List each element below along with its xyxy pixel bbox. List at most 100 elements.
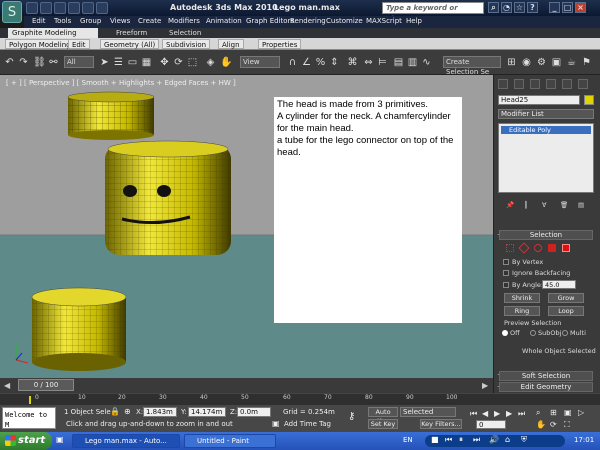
orbit-icon[interactable]: ⟳ <box>550 420 557 429</box>
vertex-icon[interactable] <box>506 244 514 252</box>
undo-icon[interactable]: ↶ <box>3 56 16 69</box>
named-selection-set-select[interactable]: Create Selection Se <box>443 56 501 76</box>
by-angle-checkbox[interactable] <box>503 282 509 288</box>
polygon-icon[interactable] <box>548 244 556 252</box>
unlink-icon[interactable]: ⚯ <box>47 56 60 69</box>
set-key-icon[interactable]: ⚷ <box>348 411 355 422</box>
tube-connector[interactable] <box>67 91 155 140</box>
angle-snap-icon[interactable]: ∠ <box>300 56 313 69</box>
grow-button[interactable]: Grow <box>548 293 584 303</box>
maximize-button[interactable]: □ <box>562 2 573 13</box>
tab-freeform[interactable]: Freeform <box>112 28 151 38</box>
edit-named-selection-icon[interactable]: ⌘ <box>346 56 359 69</box>
viewport-label[interactable]: [ + ] [ Perspective ] [ Smooth + Highlig… <box>6 79 236 87</box>
modify-tab-icon[interactable] <box>514 79 524 89</box>
percent-snap-icon[interactable]: % <box>314 56 327 69</box>
select-object-icon[interactable]: ➤ <box>98 56 111 69</box>
link-icon[interactable]: ⛓ <box>33 56 46 69</box>
ring-button[interactable]: Ring <box>504 306 540 316</box>
go-to-end-icon[interactable]: ⏭ <box>518 409 525 419</box>
layer-manager-icon[interactable]: ▤ <box>392 56 405 69</box>
select-by-name-icon[interactable]: ☰ <box>112 56 125 69</box>
volume-icon[interactable]: 🔊 <box>489 435 499 444</box>
ribbon-polygon-modeling[interactable]: Polygon Modeling <box>5 39 75 49</box>
ribbon-properties[interactable]: Properties <box>258 39 302 49</box>
zoom-all-icon[interactable]: ⊞ <box>550 408 557 417</box>
ribbon-geometry-all[interactable]: Geometry (All) <box>100 39 160 49</box>
y-coordinate-field[interactable]: 14.174m <box>188 407 226 417</box>
element-icon[interactable] <box>562 244 570 252</box>
reference-coordinate-select[interactable]: View <box>240 56 280 68</box>
render-setup-icon[interactable]: ⚙ <box>535 56 548 69</box>
media-stop-icon[interactable]: ■ <box>431 435 439 444</box>
shrink-button[interactable]: Shrink <box>504 293 540 303</box>
off-radio[interactable] <box>502 330 508 336</box>
multi-radio[interactable] <box>562 330 568 336</box>
pivot-icon[interactable]: ◈ <box>204 56 217 69</box>
next-frame-icon[interactable]: ▶ <box>482 381 488 390</box>
selection-region-icon[interactable]: ▭ <box>126 56 139 69</box>
rotate-icon[interactable]: ⟳ <box>172 56 185 69</box>
loop-button[interactable]: Loop <box>548 306 584 316</box>
menu-views[interactable]: Views <box>110 17 130 25</box>
menu-group[interactable]: Group <box>80 17 101 25</box>
quick-launch-icon[interactable]: ▣ <box>56 435 64 444</box>
material-editor-icon[interactable]: ◉ <box>520 56 533 69</box>
edit-geometry-rollout-header[interactable]: Edit Geometry <box>499 382 593 392</box>
search-input[interactable]: Type a keyword or phrase <box>382 2 484 23</box>
key-filters-button[interactable]: Key Filters... <box>420 419 462 429</box>
save-icon[interactable] <box>54 2 66 14</box>
lock-selection-icon[interactable]: 🔒 <box>110 407 120 416</box>
zoom-extents-icon[interactable]: ▣ <box>564 408 572 417</box>
task-paint[interactable]: Untitled - Paint <box>184 434 276 448</box>
auto-key-button[interactable]: Auto Key <box>368 407 398 425</box>
subobj-radio[interactable] <box>530 330 536 336</box>
menu-animation[interactable]: Animation <box>206 17 242 25</box>
modifier-list-select[interactable]: Modifier List <box>498 109 594 119</box>
help-icon[interactable]: ? <box>527 2 538 13</box>
add-time-tag[interactable]: Add Time Tag <box>284 420 331 428</box>
pan-icon[interactable]: ✋ <box>536 420 546 429</box>
minimize-button[interactable]: _ <box>549 2 560 13</box>
communication-center-icon[interactable]: ◔ <box>501 2 512 13</box>
app-logo-icon[interactable]: S <box>2 1 22 23</box>
media-prev-icon[interactable]: ⏮ <box>445 435 452 445</box>
menu-maxscript[interactable]: MAXScript <box>366 17 402 25</box>
favorites-icon[interactable]: ☆ <box>514 2 525 13</box>
media-next-icon[interactable]: ⏭ <box>473 435 480 445</box>
tab-graphite-modeling-tools[interactable]: Graphite Modeling Tools <box>8 28 98 47</box>
rendered-frame-icon[interactable]: ▣ <box>550 56 563 69</box>
chamfercylinder-head[interactable] <box>105 140 231 255</box>
key-mode-select[interactable]: Selected <box>400 407 456 417</box>
close-button[interactable]: × <box>575 2 586 13</box>
track-bar[interactable]: 0 10 20 30 40 50 60 70 80 90 100 <box>0 393 600 405</box>
maxscript-listener[interactable]: Welcome to M <box>2 407 56 429</box>
remove-modifier-icon[interactable]: 🗑 <box>560 201 568 209</box>
menu-customize[interactable]: Customize <box>326 17 363 25</box>
display-tab-icon[interactable] <box>562 79 572 89</box>
make-unique-icon[interactable]: ∀ <box>542 201 546 209</box>
schematic-view-icon[interactable]: ⊞ <box>505 56 518 69</box>
menu-modifiers[interactable]: Modifiers <box>168 17 200 25</box>
cylinder-neck[interactable] <box>31 287 127 371</box>
soft-selection-rollout-header[interactable]: Soft Selection <box>499 371 593 381</box>
object-color-swatch[interactable] <box>584 95 594 105</box>
current-frame-field[interactable]: 0 <box>476 420 506 429</box>
menu-edit[interactable]: Edit <box>32 17 46 25</box>
tray-security-icon[interactable]: ⛨ <box>521 435 527 445</box>
show-end-result-icon[interactable]: ┃ <box>524 201 528 209</box>
border-icon[interactable] <box>534 244 542 252</box>
ribbon-subdivision[interactable]: Subdivision <box>162 39 211 49</box>
tab-selection[interactable]: Selection <box>165 28 205 38</box>
set-key-button[interactable]: Set Key <box>368 419 398 429</box>
time-slider[interactable]: 0 / 100 ◀ ▶ <box>0 378 493 393</box>
menu-tools[interactable]: Tools <box>54 17 71 25</box>
graphite-toggle-icon[interactable]: ▥ <box>406 56 419 69</box>
search-icon[interactable]: ⌕ <box>488 2 499 13</box>
move-icon[interactable]: ✥ <box>158 56 171 69</box>
hierarchy-tab-icon[interactable] <box>530 79 540 89</box>
z-coordinate-field[interactable]: 0.0m <box>237 407 271 417</box>
align-icon[interactable]: ⊨ <box>376 56 389 69</box>
menu-graph-editors[interactable]: Graph Editors <box>246 17 294 25</box>
ribbon-align[interactable]: Align <box>218 39 244 49</box>
